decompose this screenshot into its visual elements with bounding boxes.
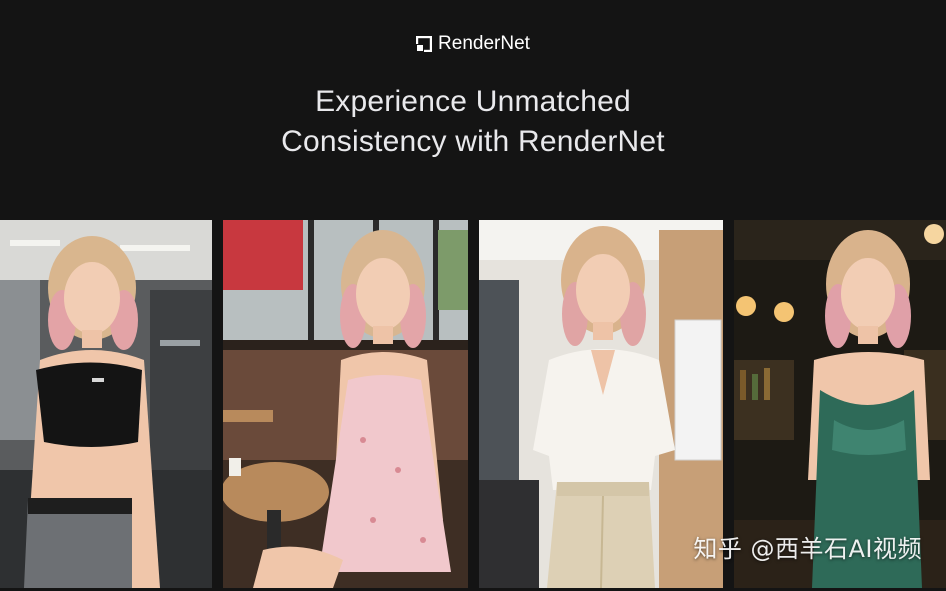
rendernet-logo-icon [416,36,433,52]
page-title: Experience Unmatched Consistency with Re… [0,82,946,162]
watermark-text: 知乎 @西羊石AI视频 [693,535,922,563]
gallery-photo-office [479,220,723,588]
page-title-line-2: Consistency with RenderNet [281,125,665,158]
gallery-photo-gym [0,220,212,588]
page-title-line-1: Experience Unmatched [315,85,631,118]
image-gallery: 知乎 @西羊石AI视频 [0,220,946,588]
gallery-photo-cafe [223,220,468,588]
brand-logo[interactable]: RenderNet [0,33,946,55]
brand-name: RenderNet [438,33,530,54]
